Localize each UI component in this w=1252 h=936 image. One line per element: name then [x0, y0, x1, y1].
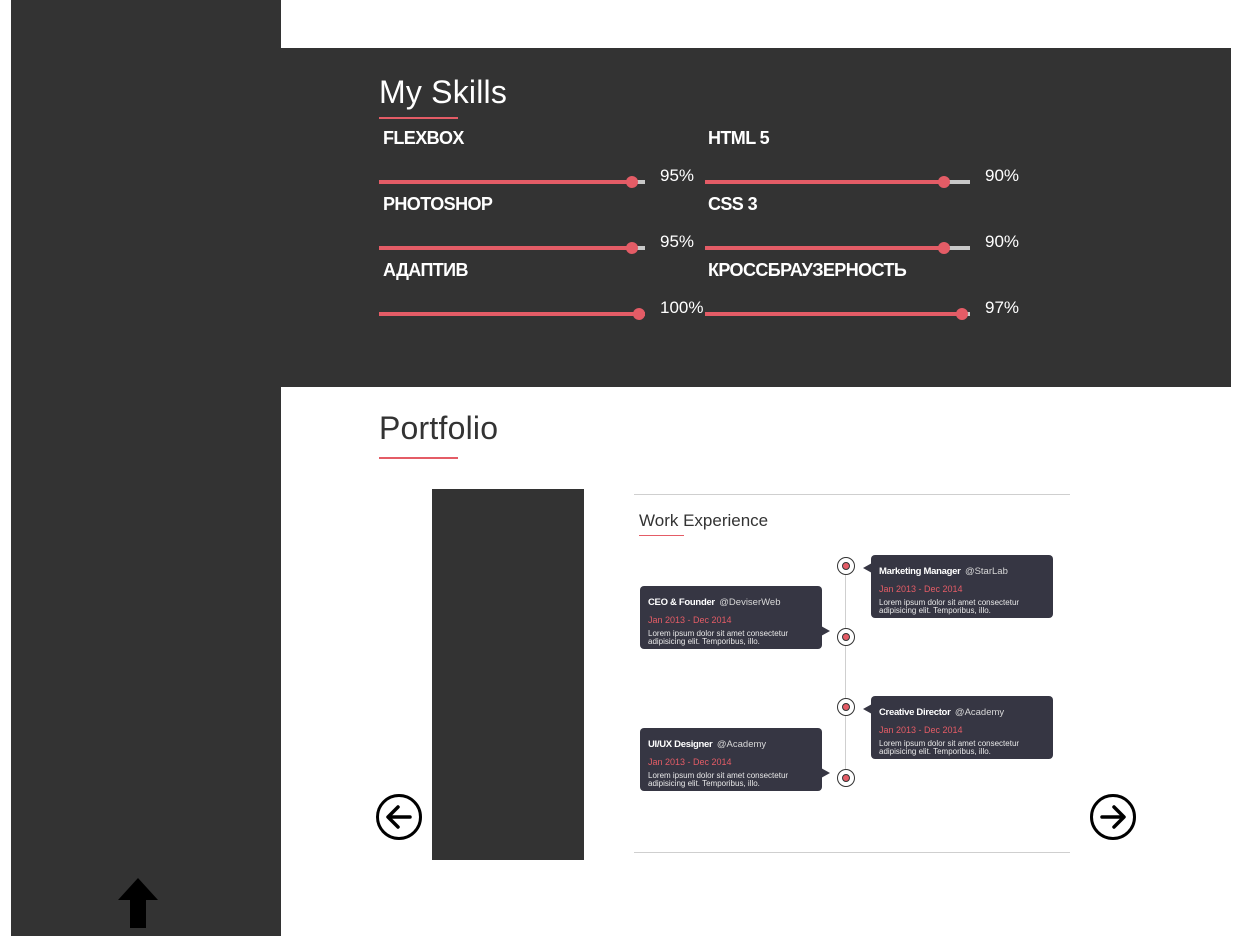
skill-bar-knob[interactable] [956, 308, 968, 320]
portfolio-title: Portfolio [379, 410, 499, 446]
skill-name-photoshop: PHOTOSHOP [383, 194, 493, 214]
timeline-line [845, 567, 846, 779]
job-description: Lorem ipsum dolor sit amet consectetur a… [648, 629, 789, 646]
job-role: UI/UX Designer [648, 739, 713, 750]
skill-percent-adaptive: 100% [660, 298, 704, 317]
portfolio-title-underline [379, 457, 458, 459]
job-description: Lorem ipsum dolor sit amet consectetur a… [879, 598, 1020, 615]
skill-percent-flexbox: 95% [660, 166, 695, 185]
arrow-right-circle-icon[interactable] [1089, 793, 1137, 841]
timeline-node-icon [837, 769, 855, 787]
job-description: Lorem ipsum dolor sit amet consectetur a… [879, 739, 1020, 756]
job-description: Lorem ipsum dolor sit amet consectetur a… [648, 771, 789, 788]
work-experience-underline [639, 535, 684, 536]
skill-bar-fill [379, 312, 645, 316]
skill-bar-knob[interactable] [938, 176, 950, 188]
skill-bar-photoshop[interactable] [379, 242, 645, 254]
timeline-node-icon [837, 628, 855, 646]
skill-name-css3: CSS 3 [708, 194, 758, 214]
skill-bar-knob[interactable] [633, 308, 645, 320]
job-company: @Academy [954, 707, 1005, 718]
skills-title-underline [379, 117, 458, 119]
skill-name-crossbrowser: КРОССБРАУЗЕРНОСТЬ [708, 260, 907, 280]
timeline-node-icon [837, 698, 855, 716]
job-dates: Jan 2013 - Dec 2014 [648, 615, 732, 625]
skills-section: My Skills FLEXBOX 95% HTML 5 90% PHOTOSH… [281, 48, 1231, 387]
skills-title: My Skills [379, 74, 508, 110]
skill-bar-html5[interactable] [705, 176, 970, 188]
skill-bar-css3[interactable] [705, 242, 970, 254]
skill-name-adaptive: АДАПТИВ [383, 260, 469, 280]
skill-bar-crossbrowser[interactable] [705, 308, 970, 320]
job-card-marketing-manager: Marketing Manager @StarLab Jan 2013 - De… [863, 555, 1053, 618]
skill-bar-adaptive[interactable] [379, 308, 645, 320]
skill-name-flexbox: FLEXBOX [383, 128, 464, 148]
sidebar [11, 0, 281, 936]
job-dates: Jan 2013 - Dec 2014 [879, 584, 963, 594]
arrow-left-circle-icon[interactable] [375, 793, 423, 841]
job-card-ui-ux-designer: UI/UX Designer @Academy Jan 2013 - Dec 2… [640, 728, 830, 791]
portfolio-slide-dark [432, 489, 584, 860]
skill-bar-flexbox[interactable] [379, 176, 645, 188]
job-card-ceo-founder: CEO & Founder @DeviserWeb Jan 2013 - Dec… [640, 586, 830, 649]
portfolio-slide-work-experience: Work Experience Marketing Manager @StarL… [634, 494, 1070, 853]
timeline-node-icon [837, 557, 855, 575]
job-card-creative-director: Creative Director @Academy Jan 2013 - De… [863, 696, 1053, 759]
skill-bar-fill [705, 312, 962, 316]
job-role: Creative Director [879, 707, 951, 718]
job-company: @StarLab [964, 566, 1008, 577]
skill-percent-crossbrowser: 97% [985, 298, 1020, 317]
arrow-up-icon[interactable] [116, 876, 160, 930]
skill-percent-css3: 90% [985, 232, 1020, 251]
job-dates: Jan 2013 - Dec 2014 [879, 725, 963, 735]
job-role: CEO & Founder [648, 597, 715, 608]
job-dates: Jan 2013 - Dec 2014 [648, 757, 732, 767]
skill-name-html5: HTML 5 [708, 128, 770, 148]
skill-bar-fill [379, 180, 632, 184]
skill-bar-fill [705, 246, 944, 250]
skill-bar-knob[interactable] [938, 242, 950, 254]
skill-bar-fill [379, 246, 632, 250]
job-role: Marketing Manager [879, 566, 961, 577]
skill-percent-html5: 90% [985, 166, 1020, 185]
skill-bar-knob[interactable] [626, 176, 638, 188]
job-company: @DeviserWeb [719, 597, 781, 608]
skill-percent-photoshop: 95% [660, 232, 695, 251]
skill-bar-fill [705, 180, 944, 184]
job-company: @Academy [716, 739, 767, 750]
skill-bar-knob[interactable] [626, 242, 638, 254]
work-experience-title: Work Experience [639, 511, 769, 530]
